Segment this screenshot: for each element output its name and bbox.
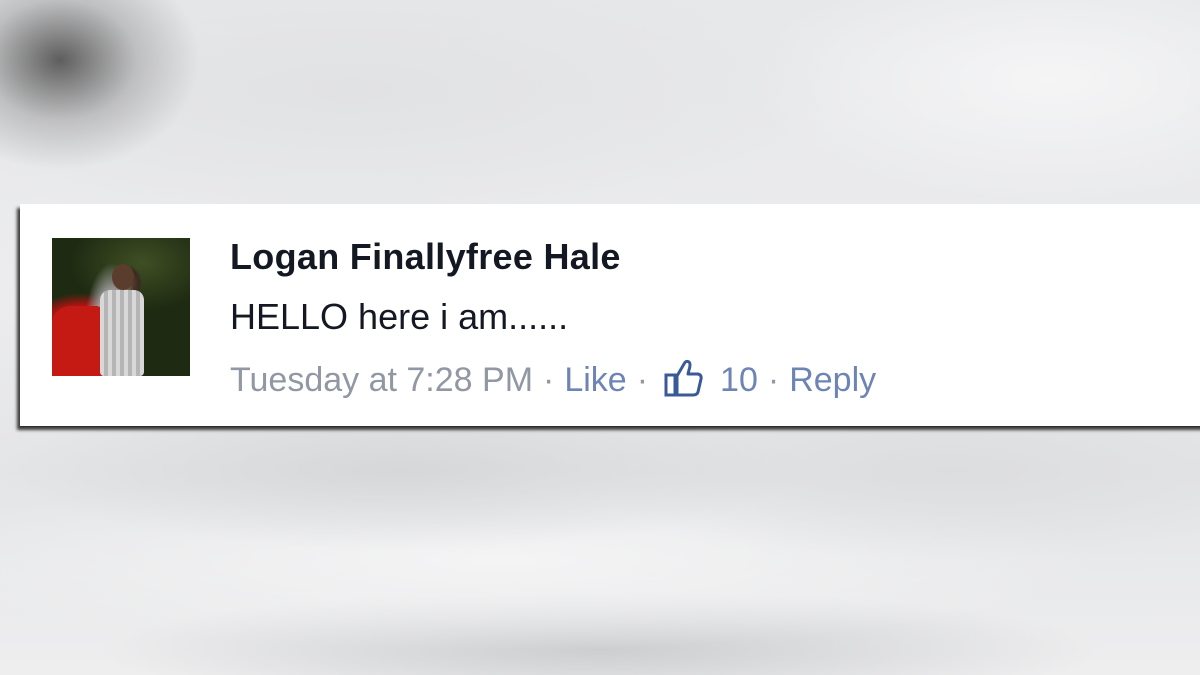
like-link[interactable]: Like [564, 361, 626, 400]
comment-meta-row: Tuesday at 7:28 PM · Like · 10 · Reply [230, 358, 876, 400]
comment-text: HELLO here i am...... [230, 296, 569, 337]
reply-link[interactable]: Reply [789, 361, 876, 400]
meta-separator: · [636, 360, 649, 399]
meta-separator: · [767, 360, 780, 399]
thumbs-up-icon[interactable] [664, 358, 704, 398]
comment-timestamp[interactable]: Tuesday at 7:28 PM [230, 361, 533, 400]
comment-author-name[interactable]: Logan Finallyfree Hale [230, 236, 621, 278]
like-count[interactable]: 10 [720, 361, 758, 400]
comment-card: Logan Finallyfree Hale HELLO here i am..… [20, 204, 1200, 426]
meta-separator: · [543, 360, 555, 399]
avatar[interactable] [52, 238, 190, 376]
